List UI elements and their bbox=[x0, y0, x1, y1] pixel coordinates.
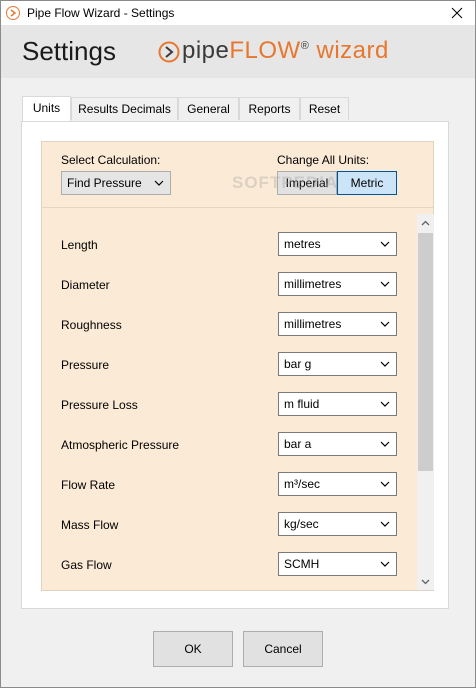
chevron-down-icon bbox=[380, 561, 390, 567]
diameter-unit-select[interactable]: millimetres bbox=[278, 272, 397, 296]
gas-flow-unit-value: SCMH bbox=[284, 557, 320, 571]
app-icon bbox=[6, 6, 20, 20]
tab-results-decimals[interactable]: Results Decimals bbox=[71, 97, 178, 120]
unit-label-flow-rate: Flow Rate bbox=[61, 478, 116, 492]
chevron-down-icon bbox=[380, 361, 390, 367]
page-title: Settings bbox=[22, 36, 116, 66]
unit-label-length: Length bbox=[61, 238, 98, 252]
tab-units[interactable]: Units bbox=[22, 96, 71, 121]
select-calculation-label: Select Calculation: bbox=[61, 153, 161, 167]
diameter-unit-value: millimetres bbox=[284, 277, 342, 291]
scrollbar-thumb[interactable] bbox=[418, 233, 433, 471]
calculation-value: Find Pressure bbox=[67, 176, 142, 190]
header-band: Settings pipeFLOW® wizard bbox=[1, 25, 475, 78]
unit-label-pressure: Pressure bbox=[61, 358, 110, 372]
length-unit-select[interactable]: metres bbox=[278, 232, 397, 256]
scroll-down-icon[interactable] bbox=[421, 579, 430, 585]
tab-reports[interactable]: Reports bbox=[239, 97, 300, 120]
unit-label-mass-flow: Mass Flow bbox=[61, 518, 119, 532]
pressure-unit-value: bar g bbox=[284, 357, 312, 371]
imperial-button[interactable]: Imperial bbox=[277, 171, 337, 195]
calculation-select[interactable]: Find Pressure bbox=[61, 171, 171, 195]
scroll-up-icon[interactable] bbox=[421, 220, 430, 226]
unit-label-roughness: Roughness bbox=[61, 318, 122, 332]
title-bar: Pipe Flow Wizard - Settings bbox=[1, 1, 475, 25]
flow-rate-unit-select[interactable]: m³/sec bbox=[278, 472, 397, 496]
chevron-down-icon bbox=[380, 401, 390, 407]
pressure-loss-unit-select[interactable]: m fluid bbox=[278, 392, 397, 416]
tab-general[interactable]: General bbox=[178, 97, 239, 120]
window-title: Pipe Flow Wizard - Settings bbox=[27, 6, 175, 20]
roughness-unit-value: millimetres bbox=[284, 317, 342, 331]
chevron-down-icon bbox=[154, 180, 164, 186]
chevron-down-icon bbox=[380, 441, 390, 447]
chevron-down-icon bbox=[380, 481, 390, 487]
atmospheric-pressure-unit-select[interactable]: bar a bbox=[278, 432, 397, 456]
mass-flow-unit-select[interactable]: kg/sec bbox=[278, 512, 397, 536]
chevron-down-icon bbox=[380, 321, 390, 327]
metric-button[interactable]: Metric bbox=[337, 171, 397, 195]
mass-flow-unit-value: kg/sec bbox=[284, 517, 319, 531]
gas-flow-unit-select[interactable]: SCMH bbox=[278, 552, 397, 576]
chevron-down-icon bbox=[380, 281, 390, 287]
unit-label-pressure-loss: Pressure Loss bbox=[61, 398, 138, 412]
change-all-units-label: Change All Units: bbox=[277, 153, 370, 167]
roughness-unit-select[interactable]: millimetres bbox=[278, 312, 397, 336]
flow-rate-unit-value: m³/sec bbox=[284, 477, 320, 491]
unit-label-gas-flow: Gas Flow bbox=[61, 558, 112, 572]
panel-divider bbox=[42, 207, 433, 208]
atmospheric-pressure-unit-value: bar a bbox=[284, 437, 312, 451]
tab-reset[interactable]: Reset bbox=[300, 97, 349, 120]
chevron-down-icon bbox=[380, 521, 390, 527]
logo-wordmark: pipeFLOW® wizard bbox=[182, 37, 389, 64]
unit-label-atmospheric-pressure: Atmospheric Pressure bbox=[61, 438, 180, 452]
pressure-unit-select[interactable]: bar g bbox=[278, 352, 397, 376]
cancel-button[interactable]: Cancel bbox=[243, 631, 323, 667]
chevron-down-icon bbox=[380, 241, 390, 247]
pressure-loss-unit-value: m fluid bbox=[284, 397, 320, 411]
length-unit-value: metres bbox=[284, 237, 321, 251]
pipeflow-logo: pipeFLOW® wizard bbox=[158, 37, 458, 67]
ok-button[interactable]: OK bbox=[153, 631, 233, 667]
unit-label-diameter: Diameter bbox=[61, 278, 110, 292]
close-icon[interactable] bbox=[449, 5, 465, 21]
logo-icon bbox=[158, 41, 180, 63]
units-scrollbar[interactable] bbox=[417, 214, 434, 590]
